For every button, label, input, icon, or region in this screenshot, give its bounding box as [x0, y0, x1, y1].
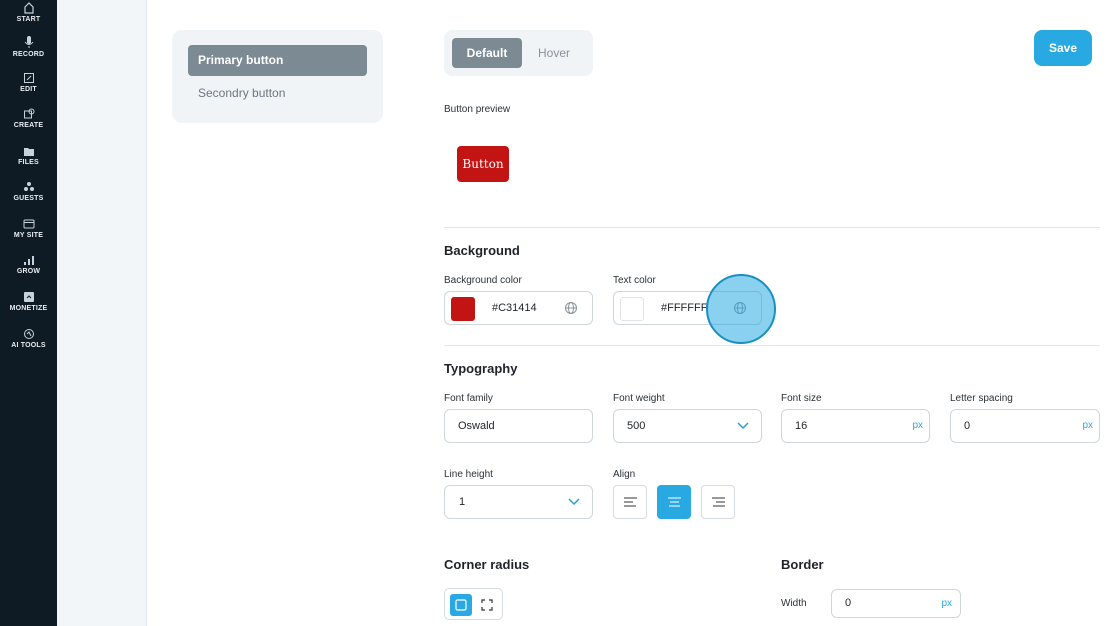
letter-spacing-label: Letter spacing	[950, 393, 1013, 404]
nav-item-files[interactable]: FILES	[0, 145, 57, 166]
globe-icon[interactable]	[564, 301, 578, 315]
line-height-select[interactable]: 1	[444, 485, 593, 519]
font-family-label: Font family	[444, 393, 493, 404]
bg-color-label: Background color	[444, 275, 522, 286]
corner-radius-heading: Corner radius	[444, 557, 530, 572]
font-family-input[interactable]: Oswald	[444, 409, 593, 443]
create-icon	[23, 108, 34, 119]
line-height-value: 1	[459, 496, 466, 508]
secondary-panel	[57, 0, 147, 626]
edit-icon	[23, 73, 34, 83]
letter-spacing-input[interactable]: 0 px	[950, 409, 1100, 443]
corner-radius-toggle	[444, 588, 503, 620]
corner-individual-button[interactable]	[476, 594, 498, 616]
monetize-icon	[23, 292, 34, 302]
nav-item-mysite[interactable]: MY SITE	[0, 218, 57, 239]
chart-icon	[23, 256, 34, 265]
microphone-icon	[24, 36, 33, 48]
cursor-highlight	[706, 274, 776, 344]
nav-label-create: CREATE	[13, 122, 44, 129]
nav-label-aitools: AI TOOLS	[11, 342, 46, 349]
nav-label-files: FILES	[18, 159, 39, 166]
nav-item-record[interactable]: RECORD	[0, 35, 57, 58]
tab-secondary-button[interactable]: Secondry button	[198, 86, 285, 100]
font-weight-select[interactable]: 500	[613, 409, 762, 443]
chevron-down-icon	[737, 422, 749, 430]
preview-label: Button preview	[444, 104, 511, 115]
font-weight-value: 500	[627, 420, 646, 432]
font-size-value: 16	[795, 420, 808, 432]
tab-primary-button[interactable]: Primary button	[188, 45, 367, 76]
divider	[444, 227, 1100, 228]
files-icon	[23, 148, 34, 156]
border-width-input[interactable]: 0 px	[831, 589, 961, 618]
nav-item-monetize[interactable]: MONETIZE	[0, 291, 57, 312]
font-family-value: Oswald	[458, 420, 495, 432]
nav-item-grow[interactable]: GROW	[0, 254, 57, 275]
nav-item-start[interactable]: START	[0, 2, 57, 23]
align-right-icon	[712, 497, 725, 507]
align-left-icon	[624, 497, 637, 507]
font-size-input[interactable]: 16 px	[781, 409, 930, 443]
chevron-down-icon	[568, 498, 580, 506]
state-tabs: Default Hover	[444, 30, 593, 76]
border-width-unit: px	[941, 598, 952, 609]
bg-color-swatch[interactable]	[451, 297, 475, 321]
text-color-swatch[interactable]	[620, 297, 644, 321]
app-sidebar: START RECORD EDIT CREATE FILES GUESTS MY…	[0, 0, 57, 626]
corners-icon	[481, 599, 493, 611]
nav-item-aitools[interactable]: AI TOOLS	[0, 328, 57, 349]
border-heading: Border	[781, 557, 824, 572]
save-button[interactable]: Save	[1034, 30, 1092, 66]
align-label: Align	[613, 469, 636, 480]
nav-item-guests[interactable]: GUESTS	[0, 181, 57, 202]
bg-color-field[interactable]: #C31414	[444, 291, 593, 325]
site-icon	[23, 219, 34, 229]
font-weight-label: Font weight	[613, 393, 665, 404]
border-width-label: Width	[781, 598, 807, 609]
tab-hover[interactable]: Hover	[529, 38, 579, 68]
divider	[444, 345, 1100, 346]
letter-spacing-value: 0	[964, 420, 971, 432]
nav-label-grow: GROW	[16, 268, 41, 275]
background-heading: Background	[444, 243, 520, 258]
border-width-value: 0	[845, 597, 852, 609]
text-color-value: #FFFFFF	[661, 302, 708, 314]
align-left-button[interactable]	[613, 485, 647, 519]
ai-icon	[23, 329, 34, 339]
text-color-label: Text color	[613, 275, 656, 286]
button-type-tabs: Primary button Secondry button	[172, 30, 383, 123]
nav-label-start: START	[16, 16, 41, 23]
nav-label-mysite: MY SITE	[13, 232, 44, 239]
guests-icon	[23, 182, 34, 191]
nav-label-edit: EDIT	[20, 86, 37, 93]
nav-item-edit[interactable]: EDIT	[0, 72, 57, 93]
font-size-label: Font size	[781, 393, 822, 404]
nav-item-create[interactable]: CREATE	[0, 108, 57, 129]
preview-button: Button	[457, 146, 509, 182]
home-icon	[23, 2, 34, 14]
typography-heading: Typography	[444, 361, 518, 376]
bg-color-value: #C31414	[492, 302, 537, 314]
line-height-label: Line height	[444, 469, 493, 480]
tab-default[interactable]: Default	[452, 38, 522, 68]
align-center-button[interactable]	[657, 485, 691, 519]
letter-spacing-unit: px	[1082, 420, 1093, 431]
nav-label-monetize: MONETIZE	[9, 305, 48, 312]
corner-uniform-button[interactable]	[450, 594, 472, 616]
align-center-icon	[668, 497, 681, 507]
square-icon	[455, 599, 467, 611]
font-size-unit: px	[912, 420, 923, 431]
align-right-button[interactable]	[701, 485, 735, 519]
nav-label-guests: GUESTS	[13, 195, 44, 202]
nav-label-record: RECORD	[12, 51, 45, 58]
